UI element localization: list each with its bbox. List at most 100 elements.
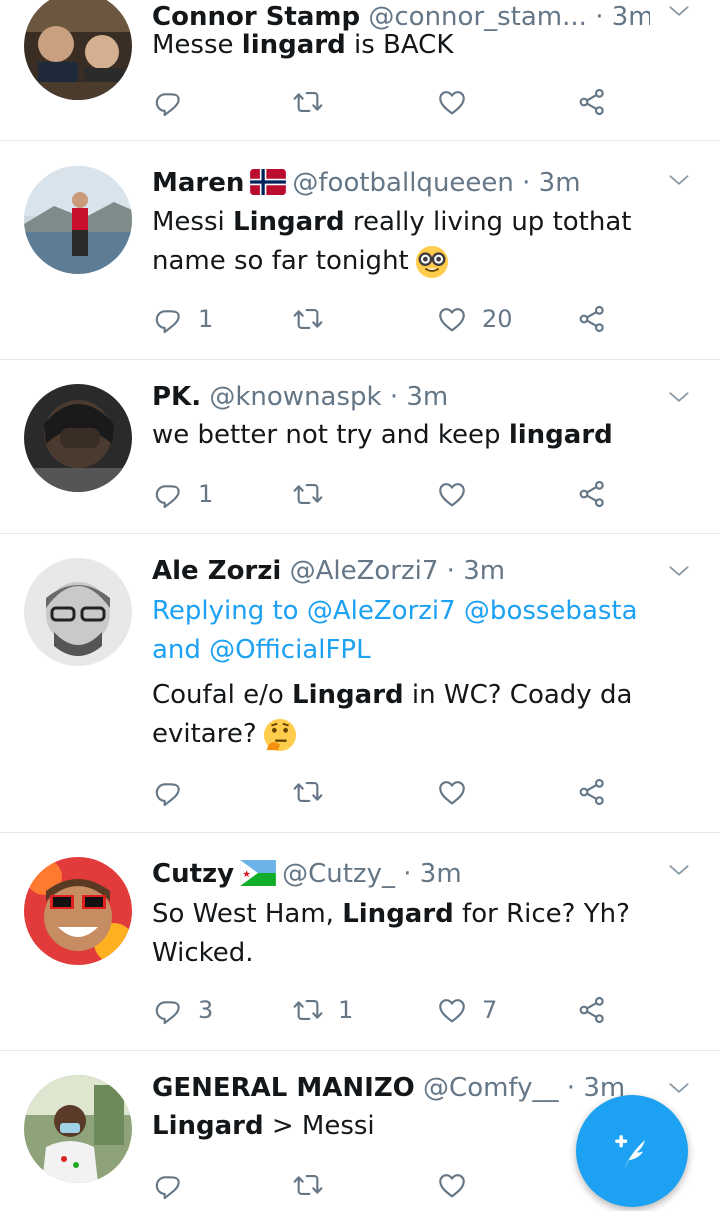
share-button[interactable] xyxy=(576,772,608,812)
tweet-text: Messe lingard is BACK xyxy=(152,30,454,60)
retweet-button[interactable]: 1 xyxy=(292,990,353,1030)
reply-button[interactable]: 1 xyxy=(152,474,213,514)
author-handle[interactable]: @AleZorzi7 xyxy=(290,556,439,586)
like-count: 7 xyxy=(482,996,498,1024)
author-handle[interactable]: @footballqueeen xyxy=(292,168,514,198)
tweet-header: Maren @footballqueeen · 3m xyxy=(152,166,650,200)
retweet-button[interactable] xyxy=(292,299,338,339)
avatar[interactable] xyxy=(24,1075,132,1183)
tweet-time: · 3m xyxy=(446,556,506,586)
compose-tweet-button[interactable] xyxy=(576,1095,688,1207)
tweet-actions: 1 20 xyxy=(152,299,622,339)
tweet-header: GENERAL MANIZO @Comfy__ · 3m xyxy=(152,1071,624,1105)
share-icon xyxy=(576,303,608,335)
retweet-button[interactable] xyxy=(292,1165,338,1205)
chevron-down-icon[interactable] xyxy=(666,857,692,883)
chevron-down-icon[interactable] xyxy=(666,558,692,584)
like-button[interactable]: 7 xyxy=(436,990,497,1030)
chevron-down-icon[interactable] xyxy=(666,0,692,24)
replying-to-line-2[interactable]: and @OfficialFPL xyxy=(152,631,680,670)
reply-button[interactable]: 1 xyxy=(152,299,213,339)
retweet-icon xyxy=(292,776,324,808)
nerd-face-emoji-icon xyxy=(415,245,448,278)
retweet-count: 1 xyxy=(338,996,354,1024)
heart-icon xyxy=(436,776,468,808)
tweet-time: · 3m xyxy=(403,859,462,889)
tweet-time: · 3m xyxy=(389,382,449,412)
share-icon xyxy=(576,478,608,510)
tweet-card[interactable]: Maren @footballqueeen · 3m Messi Lingard … xyxy=(0,141,720,360)
retweet-icon xyxy=(292,1169,324,1201)
retweet-icon xyxy=(292,303,324,335)
share-icon xyxy=(576,86,608,118)
retweet-button[interactable] xyxy=(292,474,338,514)
heart-icon xyxy=(436,994,468,1026)
tweet-header: PK. @knownaspk · 3m xyxy=(152,380,650,414)
tweet-actions xyxy=(152,1165,622,1205)
reply-icon xyxy=(152,303,184,335)
author-handle[interactable]: @Comfy__ xyxy=(423,1073,558,1103)
djibouti-flag-icon xyxy=(240,859,276,886)
replying-to[interactable]: Replying to @AleZorzi7 @bossebasta and @… xyxy=(152,592,680,670)
share-button[interactable] xyxy=(576,82,608,122)
share-button[interactable] xyxy=(576,474,608,514)
author-name[interactable]: Ale Zorzi xyxy=(152,556,281,586)
like-button[interactable] xyxy=(436,82,482,122)
reply-icon xyxy=(152,478,184,510)
replying-to-line-1[interactable]: Replying to @AleZorzi7 @bossebasta xyxy=(152,592,680,631)
like-button[interactable]: 20 xyxy=(436,299,513,339)
tweet-card[interactable]: Connor Stamp @connor_stam... · 3m Messe … xyxy=(0,0,720,141)
compose-tweet-icon xyxy=(615,1135,645,1170)
tweet-card[interactable]: PK. @knownaspk · 3m we better not try an… xyxy=(0,360,720,534)
tweet-time: · 3m xyxy=(522,168,581,198)
retweet-button[interactable] xyxy=(292,82,338,122)
retweet-icon xyxy=(292,86,324,118)
author-name[interactable]: Cutzy xyxy=(152,859,234,889)
tweet-text: we better not try and keep lingard xyxy=(152,420,613,450)
tweet-text: Coufal e/o Lingard in WC? Coady da evita… xyxy=(152,676,680,754)
author-handle[interactable]: @knownaspk xyxy=(209,382,381,412)
reply-button[interactable] xyxy=(152,82,198,122)
reply-count: 1 xyxy=(198,480,214,508)
tweet-card[interactable]: Ale Zorzi @AleZorzi7 · 3m Replying to @A… xyxy=(0,534,720,833)
chevron-down-icon[interactable] xyxy=(666,1075,692,1101)
reply-button[interactable] xyxy=(152,772,198,812)
tweet-actions: 1 xyxy=(152,474,622,514)
like-button[interactable] xyxy=(436,474,482,514)
tweet-text: So West Ham, Lingard for Rice? Yh? Wicke… xyxy=(152,899,630,968)
share-button[interactable] xyxy=(576,990,608,1030)
author-name[interactable]: PK. xyxy=(152,382,201,412)
tweet-header: Cutzy @Cutzy_ · 3m xyxy=(152,857,650,891)
reply-icon xyxy=(152,86,184,118)
avatar[interactable] xyxy=(24,384,132,492)
chevron-down-icon[interactable] xyxy=(666,167,692,193)
avatar[interactable] xyxy=(24,558,132,666)
heart-icon xyxy=(436,303,468,335)
heart-icon xyxy=(436,1169,468,1201)
tweet-actions: 3 1 7 xyxy=(152,990,622,1030)
tweet-card[interactable]: Cutzy @Cutzy_ · 3m So West Ham, Lingard f… xyxy=(0,833,720,1051)
author-name[interactable]: Maren xyxy=(152,168,244,198)
like-count: 20 xyxy=(482,305,513,333)
share-icon xyxy=(576,994,608,1026)
retweet-icon xyxy=(292,994,324,1026)
like-button[interactable] xyxy=(436,772,482,812)
avatar[interactable] xyxy=(24,857,132,965)
reply-icon xyxy=(152,1169,184,1201)
reply-button[interactable] xyxy=(152,1165,198,1205)
chevron-down-icon[interactable] xyxy=(666,384,692,410)
thinking-face-emoji-icon xyxy=(263,718,296,751)
tweet-header: Ale Zorzi @AleZorzi7 · 3m xyxy=(152,554,650,588)
share-icon xyxy=(576,776,608,808)
retweet-button[interactable] xyxy=(292,772,338,812)
share-button[interactable] xyxy=(576,299,608,339)
retweet-icon xyxy=(292,478,324,510)
author-handle[interactable]: @Cutzy_ xyxy=(282,859,395,889)
heart-icon xyxy=(436,86,468,118)
like-button[interactable] xyxy=(436,1165,482,1205)
reply-count: 3 xyxy=(198,996,214,1024)
author-name[interactable]: GENERAL MANIZO xyxy=(152,1073,415,1103)
avatar[interactable] xyxy=(24,0,132,100)
avatar[interactable] xyxy=(24,166,132,274)
reply-button[interactable]: 3 xyxy=(152,990,213,1030)
